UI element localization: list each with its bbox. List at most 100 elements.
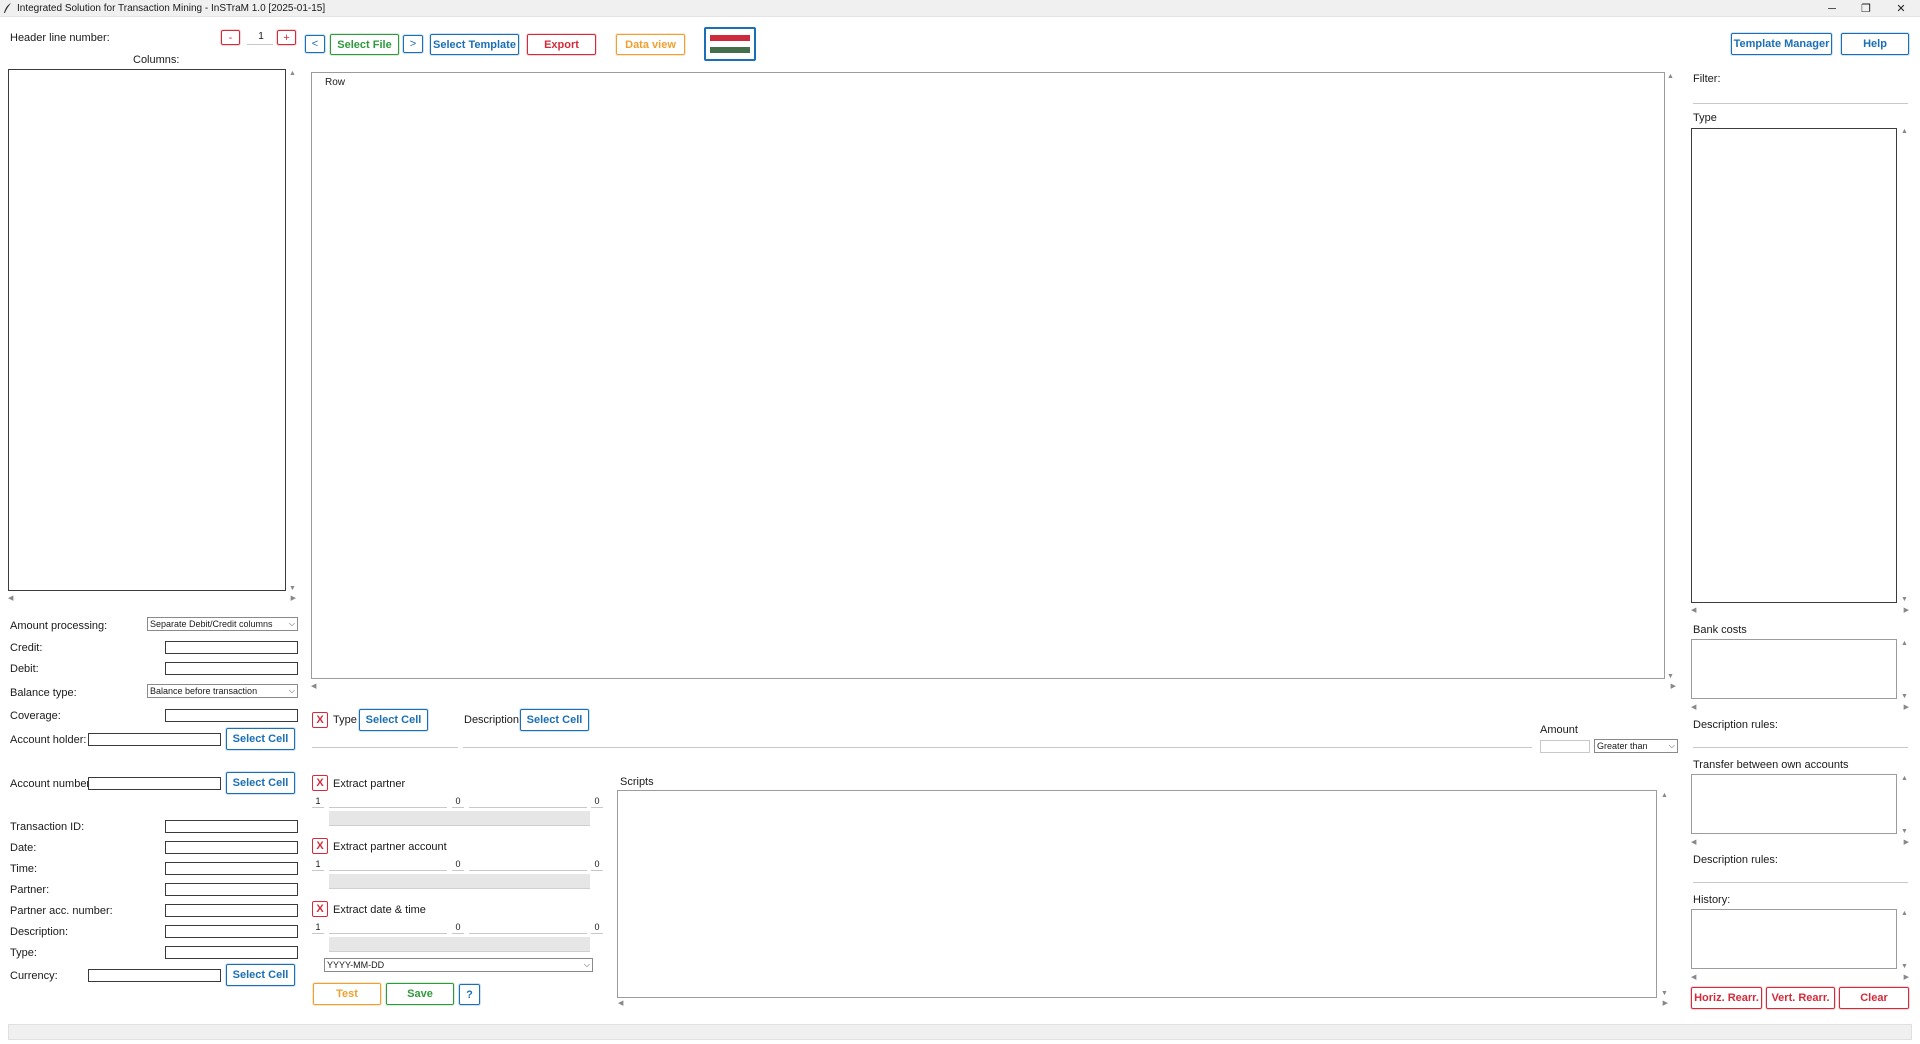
extract-datetime-offset[interactable]: 0	[452, 920, 464, 934]
extract-partner-end[interactable]: 0	[591, 794, 603, 808]
description-value-input[interactable]	[463, 735, 1532, 748]
vertical-rearrange-button[interactable]: Vert. Rearr.	[1766, 987, 1835, 1009]
balance-type-select[interactable]: Balance before transaction ⌵	[147, 684, 298, 698]
language-flag-button[interactable]	[704, 27, 756, 61]
maximize-button[interactable]: ❐	[1849, 0, 1883, 17]
type-value-input[interactable]	[312, 735, 458, 748]
extract-datetime-pattern-1[interactable]	[329, 920, 447, 934]
history-label: History:	[1693, 894, 1731, 906]
amount-value-input[interactable]	[1540, 740, 1590, 753]
partner-label: Partner:	[10, 884, 50, 896]
description-select-cell-button[interactable]: Select Cell	[520, 709, 589, 731]
grid-vertical-scrollbar[interactable]: ▲ ▼	[1666, 73, 1675, 680]
type-select-cell-button[interactable]: Select Cell	[359, 709, 428, 731]
currency-select-cell-button[interactable]: Select Cell	[226, 964, 295, 986]
extract-partner-account-clear-button[interactable]: X	[312, 838, 328, 854]
grid-horizontal-scrollbar[interactable]: ◀ ▶	[311, 682, 1676, 691]
transfer-description-rules-input[interactable]	[1693, 870, 1908, 883]
extract-partner-offset[interactable]: 0	[452, 794, 464, 808]
bank-costs-list[interactable]	[1691, 639, 1897, 699]
extract-partner-result	[329, 811, 590, 826]
type-input[interactable]	[165, 946, 298, 959]
data-grid[interactable]: Row	[311, 72, 1665, 679]
history-list[interactable]	[1691, 909, 1897, 969]
extract-datetime-clear-button[interactable]: X	[312, 901, 328, 917]
type-list[interactable]	[1691, 128, 1897, 603]
type-field-label: Type	[333, 714, 357, 726]
columns-list[interactable]	[8, 69, 286, 591]
amount-processing-select[interactable]: Separate Debit/Credit columns ⌵	[147, 617, 298, 631]
description-label: Description:	[10, 926, 69, 938]
amount-compare-select[interactable]: Greater than ⌵	[1594, 739, 1678, 753]
bank-costs-horizontal-scrollbar[interactable]: ◀ ▶	[1691, 703, 1909, 712]
header-line-increment-button[interactable]: +	[277, 30, 296, 45]
columns-vertical-scrollbar[interactable]: ▲ ▼	[288, 70, 297, 592]
data-view-button[interactable]: Data view	[616, 34, 685, 55]
scripts-textarea[interactable]	[617, 790, 1657, 998]
date-format-select[interactable]: YYYY-MM-DD ⌵	[324, 958, 593, 972]
clear-button[interactable]: Clear	[1839, 987, 1909, 1009]
header-line-input[interactable]: 1	[247, 31, 273, 45]
transfer-description-rules-label: Description rules:	[1693, 854, 1778, 866]
extract-partner-account-pattern-2[interactable]	[469, 857, 587, 871]
feather-icon	[4, 3, 11, 13]
type-label: Type:	[10, 947, 37, 959]
columns-horizontal-scrollbar[interactable]: ◀ ▶	[8, 594, 296, 603]
scripts-horizontal-scrollbar[interactable]: ◀ ▶	[618, 999, 1668, 1008]
extract-partner-start[interactable]: 1	[312, 794, 324, 808]
transaction-id-input[interactable]	[165, 820, 298, 833]
select-file-button[interactable]: Select File	[330, 34, 399, 55]
type-list-vertical-scrollbar[interactable]: ▲ ▼	[1900, 128, 1909, 603]
minimize-button[interactable]: ─	[1815, 0, 1849, 17]
help-question-button[interactable]: ?	[459, 984, 480, 1005]
extract-partner-clear-button[interactable]: X	[312, 775, 328, 791]
bank-costs-description-rules-input[interactable]	[1693, 735, 1908, 748]
extract-datetime-pattern-2[interactable]	[469, 920, 587, 934]
coverage-input[interactable]	[165, 709, 298, 722]
row-column-header: Row	[325, 77, 346, 88]
header-line-decrement-button[interactable]: -	[221, 30, 240, 45]
columns-label: Columns:	[133, 54, 180, 66]
type-clear-button[interactable]: X	[312, 712, 328, 728]
extract-partner-account-offset[interactable]: 0	[452, 857, 464, 871]
template-manager-button[interactable]: Template Manager	[1731, 33, 1832, 55]
debit-input[interactable]	[165, 662, 298, 675]
select-template-button[interactable]: Select Template	[430, 34, 519, 55]
next-file-button[interactable]: >	[403, 35, 423, 53]
history-vertical-scrollbar[interactable]: ▲ ▼	[1900, 910, 1909, 970]
extract-partner-account-end[interactable]: 0	[591, 857, 603, 871]
account-number-select-cell-button[interactable]: Select Cell	[226, 772, 295, 794]
date-input[interactable]	[165, 841, 298, 854]
extract-datetime-end[interactable]: 0	[591, 920, 603, 934]
extract-datetime-start[interactable]: 1	[312, 920, 324, 934]
chevron-down-icon: ⌵	[288, 619, 295, 628]
save-button[interactable]: Save	[386, 983, 454, 1005]
transfer-horizontal-scrollbar[interactable]: ◀ ▶	[1691, 838, 1909, 847]
scripts-vertical-scrollbar[interactable]: ▲ ▼	[1660, 792, 1669, 997]
transfer-vertical-scrollbar[interactable]: ▲ ▼	[1900, 775, 1909, 835]
filter-input[interactable]	[1693, 91, 1908, 104]
test-button[interactable]: Test	[313, 983, 381, 1005]
type-list-horizontal-scrollbar[interactable]: ◀ ▶	[1691, 606, 1909, 615]
extract-partner-account-pattern-1[interactable]	[329, 857, 447, 871]
time-input[interactable]	[165, 862, 298, 875]
extract-partner-account-start[interactable]: 1	[312, 857, 324, 871]
currency-input[interactable]	[88, 969, 221, 982]
extract-partner-pattern-1[interactable]	[329, 794, 447, 808]
transfer-list[interactable]	[1691, 774, 1897, 834]
account-holder-input[interactable]	[88, 733, 221, 746]
account-number-input[interactable]	[88, 777, 221, 790]
partner-input[interactable]	[165, 883, 298, 896]
history-horizontal-scrollbar[interactable]: ◀ ▶	[1691, 973, 1909, 982]
export-button[interactable]: Export	[527, 34, 596, 55]
partner-acc-number-input[interactable]	[165, 904, 298, 917]
help-button[interactable]: Help	[1841, 33, 1909, 55]
horizontal-rearrange-button[interactable]: Horiz. Rearr.	[1691, 987, 1762, 1009]
bank-costs-vertical-scrollbar[interactable]: ▲ ▼	[1900, 640, 1909, 700]
account-holder-select-cell-button[interactable]: Select Cell	[226, 728, 295, 750]
close-button[interactable]: ✕	[1884, 0, 1918, 17]
description-input[interactable]	[165, 925, 298, 938]
previous-file-button[interactable]: <	[305, 35, 325, 53]
extract-partner-pattern-2[interactable]	[469, 794, 587, 808]
credit-input[interactable]	[165, 641, 298, 654]
